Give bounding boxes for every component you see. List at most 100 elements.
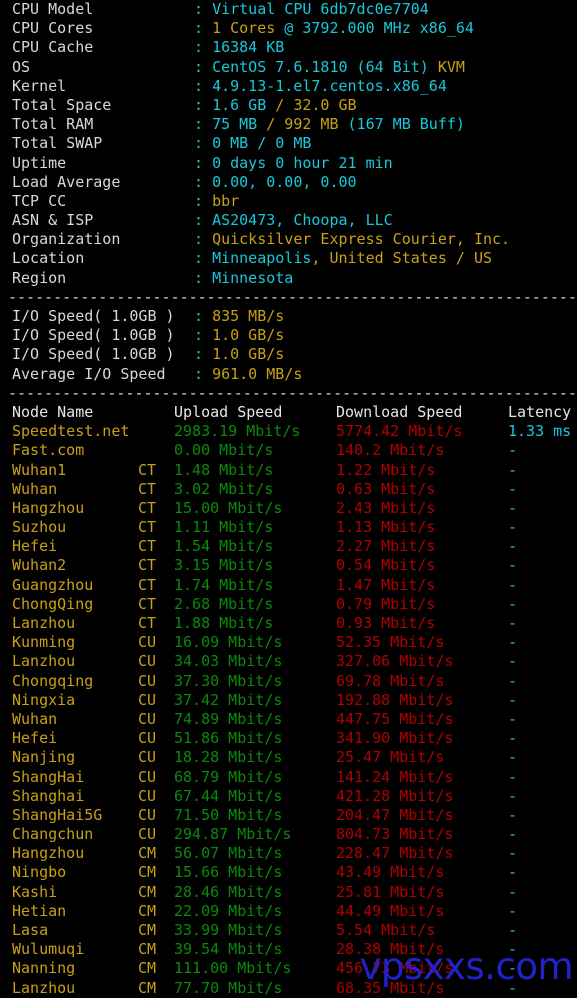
cell-upload-speed: 3.15 Mbit/s: [174, 556, 274, 575]
cell-upload-speed: 15.66 Mbit/s: [174, 863, 283, 882]
cell-node-name: Speedtest.net: [12, 422, 130, 441]
info-row-colon: :: [194, 153, 213, 172]
cell-upload-speed: 22.09 Mbit/s: [174, 901, 283, 920]
table-row: Wulumuqi CM 39.54 Mbit/s 28.38 Mbit/s -: [0, 940, 577, 959]
table-row: Suzhou CT 1.11 Mbit/s 1.13 Mbit/s -: [0, 518, 577, 537]
info-row-label: Uptime: [12, 153, 67, 172]
table-row: Wuhan CT 3.02 Mbit/s 0.63 Mbit/s -: [0, 480, 577, 499]
cell-latency: -: [508, 614, 518, 632]
cell-download-speed: 0.93 Mbit/s: [336, 614, 436, 632]
cell-isp-code: CU: [138, 729, 157, 748]
info-row-label: TCP CC: [12, 191, 67, 210]
table-row: Lanzhou CM 77.70 Mbit/s 68.35 Mbit/s -: [0, 979, 577, 998]
speedtest-rows: Speedtest.net 2983.19 Mbit/s 5774.42 Mbit/…: [0, 422, 577, 998]
info-row-colon: :: [194, 211, 213, 230]
io-speed-colon: :: [194, 326, 213, 345]
cell-isp-code: CU: [138, 786, 157, 805]
cell-upload-speed: 15.00 Mbit/s: [174, 498, 283, 517]
info-row: Total SWAP: 0 MB / 0 MB: [0, 134, 577, 153]
cell-node-name: Shanghai: [12, 786, 85, 805]
table-row: ShangHai CU 68.79 Mbit/s 141.24 Mbit/s -: [0, 768, 577, 787]
cell-latency: -: [508, 940, 518, 959]
info-row-label: Region: [12, 268, 67, 287]
cell-node-name: Hangzhou: [12, 844, 85, 863]
cell-download-speed: 2.43 Mbit/s: [336, 498, 436, 517]
table-row: Lasa CM 33.99 Mbit/s 5.54 Mbit/s -: [0, 921, 577, 940]
cell-isp-code: CM: [138, 940, 157, 959]
info-row-colon: :: [194, 249, 213, 268]
info-row-value: CentOS 7.6.1810 (64 Bit): [212, 57, 438, 76]
cell-download-speed: 52.35 Mbit/s: [336, 633, 445, 652]
info-row-colon: :: [194, 191, 213, 210]
io-speed-label: I/O Speed( 1.0GB ): [12, 307, 175, 325]
cell-download-speed: 804.73 Mbit/s: [336, 825, 454, 844]
info-row-label: Load Average: [12, 172, 121, 191]
cell-isp-code: CU: [138, 805, 157, 824]
cell-node-name: Lanzhou: [12, 614, 76, 632]
cell-latency: -: [508, 518, 518, 537]
cell-download-speed: 2.27 Mbit/s: [336, 537, 436, 556]
cell-isp-code: CT: [138, 594, 157, 613]
info-row-value: @ 3792.000 MHz x86_64: [275, 19, 474, 38]
cell-upload-speed: 2983.19 Mbit/s: [174, 422, 301, 441]
cell-isp-code: CU: [138, 671, 157, 690]
cell-upload-speed: 2.68 Mbit/s: [174, 594, 274, 613]
cell-isp-code: CM: [138, 901, 157, 920]
cell-isp-code: CU: [138, 825, 157, 844]
cell-node-name: Lanzhou: [12, 978, 76, 997]
cell-node-name: ShangHai5G: [12, 805, 103, 824]
info-row-value: AS20473, Choopa, LLC: [212, 211, 393, 230]
cell-latency: -: [508, 844, 518, 863]
cell-node-name: Wuhan1: [12, 460, 67, 479]
table-row: ChongQing CT 2.68 Mbit/s 0.79 Mbit/s -: [0, 595, 577, 614]
cell-latency: -: [508, 633, 518, 652]
io-speed-row: I/O Speed( 1.0GB ): 1.0 GB/s: [0, 326, 577, 345]
cell-latency: -: [508, 729, 518, 748]
info-row-colon: :: [194, 76, 213, 95]
cell-upload-speed: 294.87 Mbit/s: [174, 825, 292, 844]
table-row: Hangzhou CT 15.00 Mbit/s 2.43 Mbit/s -: [0, 499, 577, 518]
cell-download-speed: 43.49 Mbit/s: [336, 863, 445, 882]
cell-download-speed: 0.54 Mbit/s: [336, 556, 436, 575]
cell-isp-code: CM: [138, 959, 157, 978]
cell-latency: -: [508, 575, 518, 594]
cell-upload-speed: 34.03 Mbit/s: [174, 652, 283, 671]
cell-isp-code: CM: [138, 921, 157, 939]
cell-latency: -: [508, 556, 518, 575]
info-row: Region: Minnesota: [0, 269, 577, 288]
cell-isp-code: CT: [138, 498, 157, 517]
io-speed-label: Average I/O Speed: [12, 364, 166, 383]
cell-upload-speed: 67.44 Mbit/s: [174, 786, 283, 805]
table-row: Lanzhou CU 34.03 Mbit/s 327.06 Mbit/s -: [0, 652, 577, 671]
cell-node-name: Hefei: [12, 729, 58, 748]
cell-upload-speed: 111.00 Mbit/s: [174, 959, 292, 978]
info-row: Total RAM: 75 MB / 992 MB (167 MB Buff): [0, 115, 577, 134]
cell-node-name: Hefei: [12, 537, 58, 556]
cell-node-name: Fast.com: [12, 441, 85, 460]
info-row-label: OS: [12, 57, 31, 76]
cell-upload-speed: 77.70 Mbit/s: [174, 978, 283, 997]
cell-isp-code: CU: [138, 652, 157, 671]
cell-latency: -: [508, 748, 518, 767]
cell-upload-speed: 56.07 Mbit/s: [174, 844, 283, 863]
cell-download-speed: 68.35 Mbit/s: [336, 978, 445, 997]
info-row-value: 1 Cores: [212, 19, 276, 38]
cell-node-name: Ningxia: [12, 690, 76, 709]
info-row-value: 4.9.13-1.el7.centos.x86_64: [212, 76, 447, 95]
info-row: OS: CentOS 7.6.1810 (64 Bit) KVM: [0, 58, 577, 77]
io-speed-colon: :: [194, 364, 213, 383]
table-row: Kashi CM 28.46 Mbit/s 25.81 Mbit/s -: [0, 883, 577, 902]
terminal-window: CPU Model: Virtual CPU 6db7dc0e7704 CPU C…: [0, 0, 577, 997]
table-row: Lanzhou CT 1.88 Mbit/s 0.93 Mbit/s -: [0, 614, 577, 633]
cell-upload-speed: 0.00 Mbit/s: [174, 441, 274, 460]
info-row-value: 1.6 GB: [212, 95, 276, 114]
cell-download-speed: 140.2 Mbit/s: [336, 441, 445, 460]
cell-download-speed: 341.90 Mbit/s: [336, 729, 454, 748]
column-header-download-speed: Download Speed: [336, 402, 463, 421]
cell-download-speed: 1.22 Mbit/s: [336, 460, 436, 479]
table-row: Nanning CM 111.00 Mbit/s 456.73 Mbit/s -: [0, 959, 577, 978]
cell-latency: -: [508, 671, 518, 690]
cell-node-name: Ningbo: [12, 863, 67, 882]
info-row-colon: :: [194, 172, 213, 191]
cell-upload-speed: 37.30 Mbit/s: [174, 671, 283, 690]
